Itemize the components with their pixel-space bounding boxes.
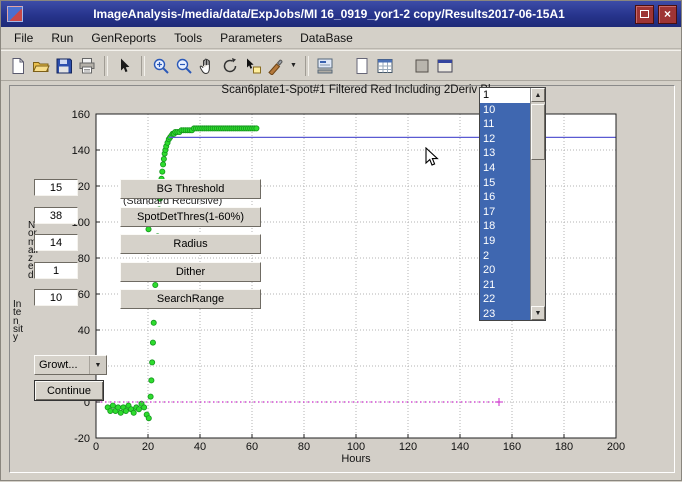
toolbar-separator [104, 56, 108, 76]
scrollbar-thumb[interactable] [531, 104, 545, 160]
spot-list-item[interactable]: 11 [480, 117, 530, 132]
radius-input[interactable] [34, 234, 78, 251]
new-document-icon[interactable] [7, 54, 29, 78]
spot-number-list: 110111213141516171819220212223 ▲ ▼ [479, 87, 546, 321]
maximize-button[interactable] [635, 5, 654, 24]
menu-run[interactable]: Run [42, 29, 82, 47]
pointer-tool-icon[interactable] [113, 54, 135, 78]
chevron-down-icon[interactable]: ▼ [89, 356, 106, 374]
pan-tool-icon[interactable] [196, 54, 218, 78]
zoom-out-icon[interactable] [173, 54, 195, 78]
close-button[interactable]: × [658, 5, 677, 24]
scroll-up-icon[interactable]: ▲ [531, 88, 545, 102]
spot-list-scrollbar[interactable]: ▲ ▼ [530, 88, 545, 320]
bg-threshold-button[interactable]: BG Threshold [120, 179, 261, 199]
spot-list-item[interactable]: 16 [480, 190, 530, 205]
dither-button[interactable]: Dither [120, 262, 261, 282]
menu-bar: File Run GenReports Tools Parameters Dat… [1, 27, 681, 49]
menu-genreports[interactable]: GenReports [82, 29, 165, 47]
spot-list-item[interactable]: 19 [480, 234, 530, 249]
growth-mode-value: Growt... [35, 359, 89, 371]
spot-list-item[interactable]: 2 [480, 249, 530, 264]
spot-list-item[interactable]: 22 [480, 292, 530, 307]
menu-parameters[interactable]: Parameters [211, 29, 291, 47]
open-folder-icon[interactable] [30, 54, 52, 78]
figure-panel [9, 85, 675, 473]
maximize-icon [640, 10, 649, 18]
data-cursor-icon[interactable] [242, 54, 264, 78]
spot-list-items: 110111213141516171819220212223 [480, 88, 530, 320]
radius-button[interactable]: Radius [120, 234, 261, 254]
spot-det-thres-button[interactable]: SpotDetThres(1-60%) [120, 207, 261, 227]
spot-list-item[interactable]: 15 [480, 176, 530, 191]
data-table-icon[interactable] [374, 54, 396, 78]
print-report-icon[interactable] [314, 54, 336, 78]
spot-list-item[interactable]: 13 [480, 146, 530, 161]
menu-tools[interactable]: Tools [165, 29, 211, 47]
menu-database[interactable]: DataBase [291, 29, 362, 47]
continue-button[interactable]: Continue [34, 380, 104, 401]
title-bar[interactable]: ImageAnalysis-/media/data/ExpJobs/MI 16_… [1, 1, 681, 27]
dither-input[interactable] [34, 262, 78, 279]
brush-tool-icon[interactable] [265, 54, 287, 78]
spot-list-item[interactable]: 10 [480, 103, 530, 118]
spot-det-thres-input[interactable] [34, 207, 78, 224]
zoom-in-icon[interactable] [150, 54, 172, 78]
application-window: ImageAnalysis-/media/data/ExpJobs/MI 16_… [0, 0, 682, 481]
dock-window-icon[interactable] [434, 54, 456, 78]
growth-mode-dropdown[interactable]: Growt... ▼ [34, 355, 107, 375]
spot-list-item[interactable]: 12 [480, 132, 530, 147]
spot-list-item[interactable]: 23 [480, 307, 530, 320]
filled-square-icon[interactable] [411, 54, 433, 78]
bg-threshold-input[interactable] [34, 179, 78, 196]
chevron-down-icon: ▼ [290, 62, 297, 69]
rotate-3d-icon[interactable] [219, 54, 241, 78]
search-range-button[interactable]: SearchRange [120, 289, 261, 309]
toolbar-separator [305, 56, 309, 76]
save-icon[interactable] [53, 54, 75, 78]
app-icon [7, 6, 23, 22]
close-icon: × [664, 8, 671, 20]
search-range-input[interactable] [34, 289, 78, 306]
spot-list-item[interactable]: 20 [480, 263, 530, 278]
blank-page-icon[interactable] [351, 54, 373, 78]
print-icon[interactable] [76, 54, 98, 78]
toolbar-separator [141, 56, 145, 76]
window-title: ImageAnalysis-/media/data/ExpJobs/MI 16_… [23, 7, 635, 21]
spot-list-item[interactable]: 21 [480, 278, 530, 293]
spot-list-item[interactable]: 18 [480, 219, 530, 234]
brush-dropdown-arrow[interactable]: ▼ [288, 54, 299, 78]
spot-list-item[interactable]: 1 [480, 88, 530, 103]
scroll-down-icon[interactable]: ▼ [531, 306, 545, 320]
y-axis-label-line2: Intensity [13, 301, 23, 342]
spot-list-item[interactable]: 17 [480, 205, 530, 220]
menu-file[interactable]: File [5, 29, 42, 47]
spot-list-item[interactable]: 14 [480, 161, 530, 176]
toolbar: ▼ [1, 50, 681, 81]
